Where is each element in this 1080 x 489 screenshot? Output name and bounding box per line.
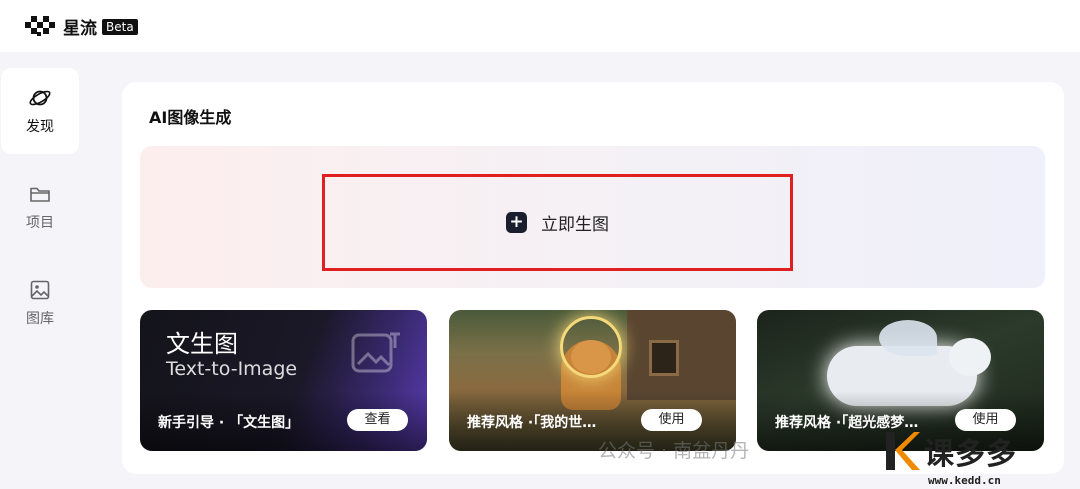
generate-now-label: 立即生图: [541, 215, 609, 235]
card-subtitle: Text-to-Image: [166, 358, 298, 380]
card-image-glow-wing: [879, 320, 937, 356]
plus-icon: +: [506, 212, 527, 233]
k-logo-icon: [886, 432, 920, 470]
generate-area: + 立即生图: [140, 146, 1045, 288]
folder-icon: [30, 187, 50, 202]
sidebar: 发现 项目 图库: [0, 52, 94, 489]
card-style-minecraft[interactable]: 推荐风格 ·「我的世… 使用: [449, 310, 736, 451]
sidebar-item-label: 图库: [26, 311, 54, 327]
logo-icon: [23, 15, 57, 38]
sidebar-item-gallery[interactable]: 图库: [1, 260, 79, 346]
section-title: AI图像生成: [149, 108, 232, 127]
use-button[interactable]: 使用: [641, 409, 702, 431]
image-icon: [30, 280, 50, 300]
brand-logo[interactable]: 星流 Beta: [23, 14, 138, 39]
beta-badge: Beta: [102, 18, 138, 35]
planet-icon: [29, 90, 51, 106]
top-bar: 星流 Beta: [0, 0, 1080, 52]
card-caption: 新手引导 · 「文生图」: [158, 415, 300, 431]
sidebar-item-label: 发现: [26, 119, 54, 135]
generate-now-button[interactable]: + 立即生图: [322, 174, 793, 271]
card-caption: 推荐风格 ·「我的世…: [467, 415, 597, 431]
view-button[interactable]: 查看: [347, 409, 408, 431]
corner-logo-url: www.kedd.cn: [928, 474, 1001, 487]
card-image-glow-head: [949, 338, 991, 376]
main-panel: AI图像生成 + 立即生图 文生图 Text-to-Image 新手引导 · 「…: [122, 82, 1064, 474]
sidebar-item-projects[interactable]: 项目: [1, 164, 79, 250]
card-image-window: [649, 340, 679, 376]
brand-name: 星流: [63, 19, 97, 39]
sidebar-item-discover[interactable]: 发现: [1, 68, 79, 154]
card-image-house: [627, 310, 736, 400]
corner-logo: 课多多: [880, 428, 1017, 474]
watermark-text: 公众号 · 南盆丹丹: [598, 440, 750, 462]
corner-logo-text: 课多多: [924, 437, 1017, 472]
image-edit-icon: [351, 332, 400, 373]
card-title: 文生图: [166, 330, 238, 358]
card-text-to-image[interactable]: 文生图 Text-to-Image 新手引导 · 「文生图」 查看: [140, 310, 427, 451]
sidebar-item-label: 项目: [26, 215, 54, 231]
card-image-halo: [560, 316, 622, 378]
